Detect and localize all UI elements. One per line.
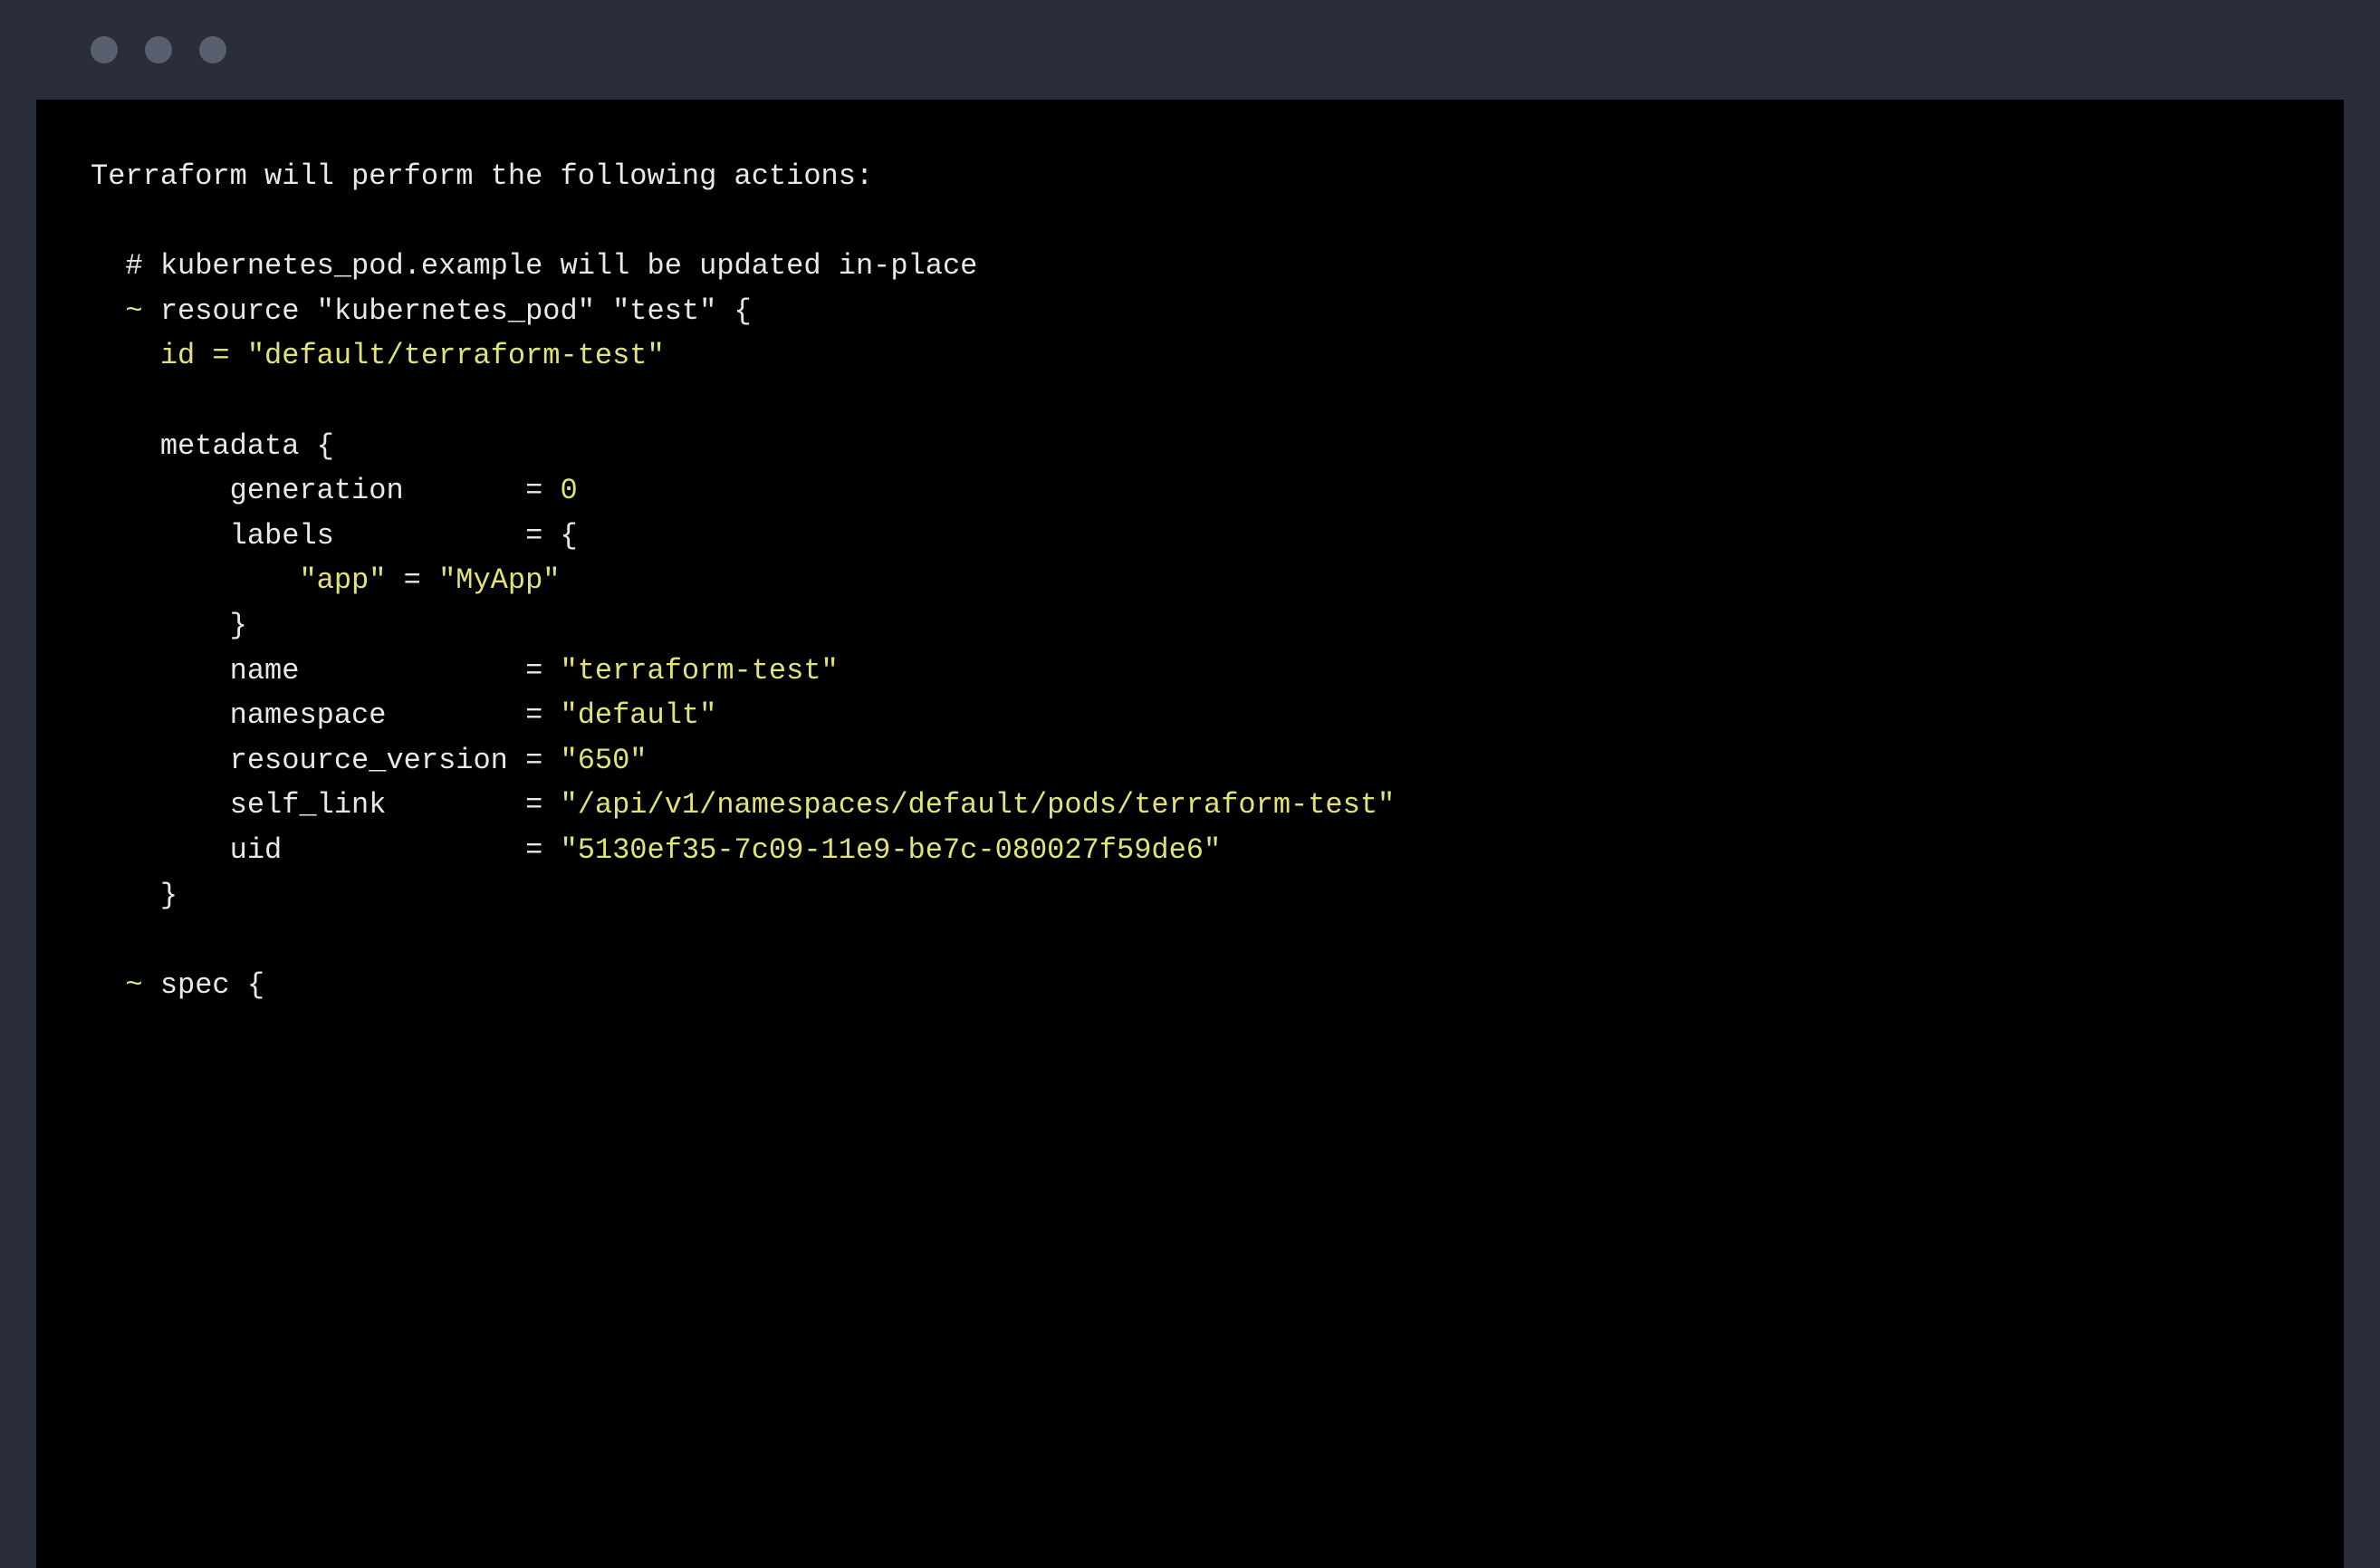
eq: = [525,744,542,777]
maximize-icon[interactable] [199,36,226,63]
name-key: name [230,654,300,688]
id-key: id [160,339,195,372]
selflink-key: self_link [230,788,387,822]
resourceversion-value: "650" [560,744,647,777]
eq: = [525,519,542,553]
uid-key: uid [230,833,283,867]
resource-name: "test" [612,294,716,328]
eq: = [404,563,421,597]
change-marker: ~ [125,968,142,1002]
brace-open: { [734,294,752,328]
generation-key: generation [230,474,404,507]
labels-key: labels [230,519,334,553]
close-icon[interactable] [91,36,118,63]
label-app-key: "app" [299,563,386,597]
eq: = [212,339,229,372]
eq: = [525,698,542,732]
eq: = [525,833,542,867]
plan-header: Terraform will perform the following act… [91,159,873,193]
labels-open: { [560,519,577,553]
terminal-window: Terraform will perform the following act… [0,0,2380,1568]
uid-value: "5130ef35-7c09-11e9-be7c-080027f59de6" [560,833,1221,867]
namespace-value: "default" [560,698,716,732]
eq: = [525,474,542,507]
eq: = [525,788,542,822]
change-marker: ~ [125,294,142,328]
id-value: "default/terraform-test" [247,339,665,372]
name-value: "terraform-test" [560,654,838,688]
eq: = [525,654,542,688]
metadata-open: metadata { [160,429,334,463]
spec-open: spec { [160,968,264,1002]
generation-value: 0 [560,474,577,507]
label-app-value: "MyApp" [438,563,560,597]
window-titlebar [0,0,2380,100]
resource-comment: # kubernetes_pod.example will be updated… [125,249,977,283]
metadata-close: } [160,879,178,912]
labels-close: } [230,609,247,642]
resourceversion-key: resource_version [230,744,508,777]
minimize-icon[interactable] [145,36,172,63]
terminal-output: Terraform will perform the following act… [36,100,2344,1568]
resource-type: "kubernetes_pod" [317,294,595,328]
namespace-key: namespace [230,698,387,732]
selflink-value: "/api/v1/namespaces/default/pods/terrafo… [560,788,1395,822]
resource-keyword: resource [160,294,300,328]
